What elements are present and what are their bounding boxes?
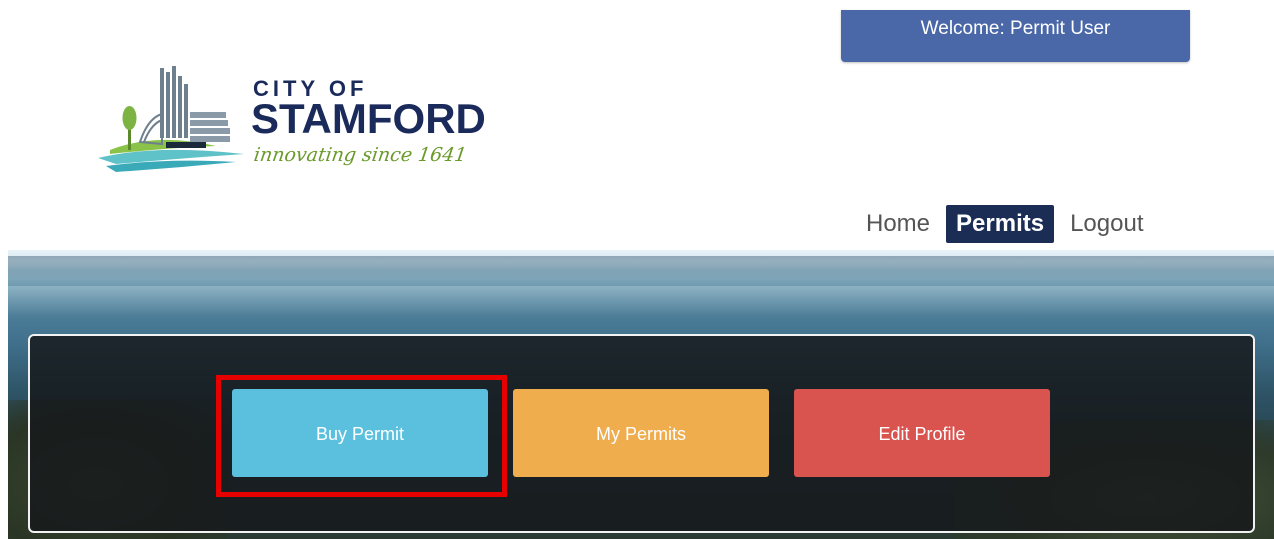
nav-logout[interactable]: Logout [1060,205,1153,243]
logo-stamford: STAMFORD [251,95,486,142]
buy-permit-button[interactable]: Buy Permit [232,389,488,477]
welcome-banner: Welcome: Permit User [841,10,1190,62]
hero-haze [8,286,1274,316]
welcome-text: Welcome: Permit User [920,18,1111,39]
my-permits-button[interactable]: My Permits [513,389,769,477]
page: Welcome: Permit User CITY OF STAMFORD in… [0,0,1274,539]
skyline-logo-icon [98,66,244,172]
edit-profile-button[interactable]: Edit Profile [794,389,1050,477]
main-nav: Home Permits Logout [856,204,1153,244]
city-logo[interactable]: CITY OF STAMFORD innovating since 1641 [96,62,486,182]
logo-tagline: innovating since 1641 [252,144,469,166]
nav-home[interactable]: Home [856,205,940,243]
hero-shoreline [8,256,1274,278]
nav-permits[interactable]: Permits [946,205,1055,243]
